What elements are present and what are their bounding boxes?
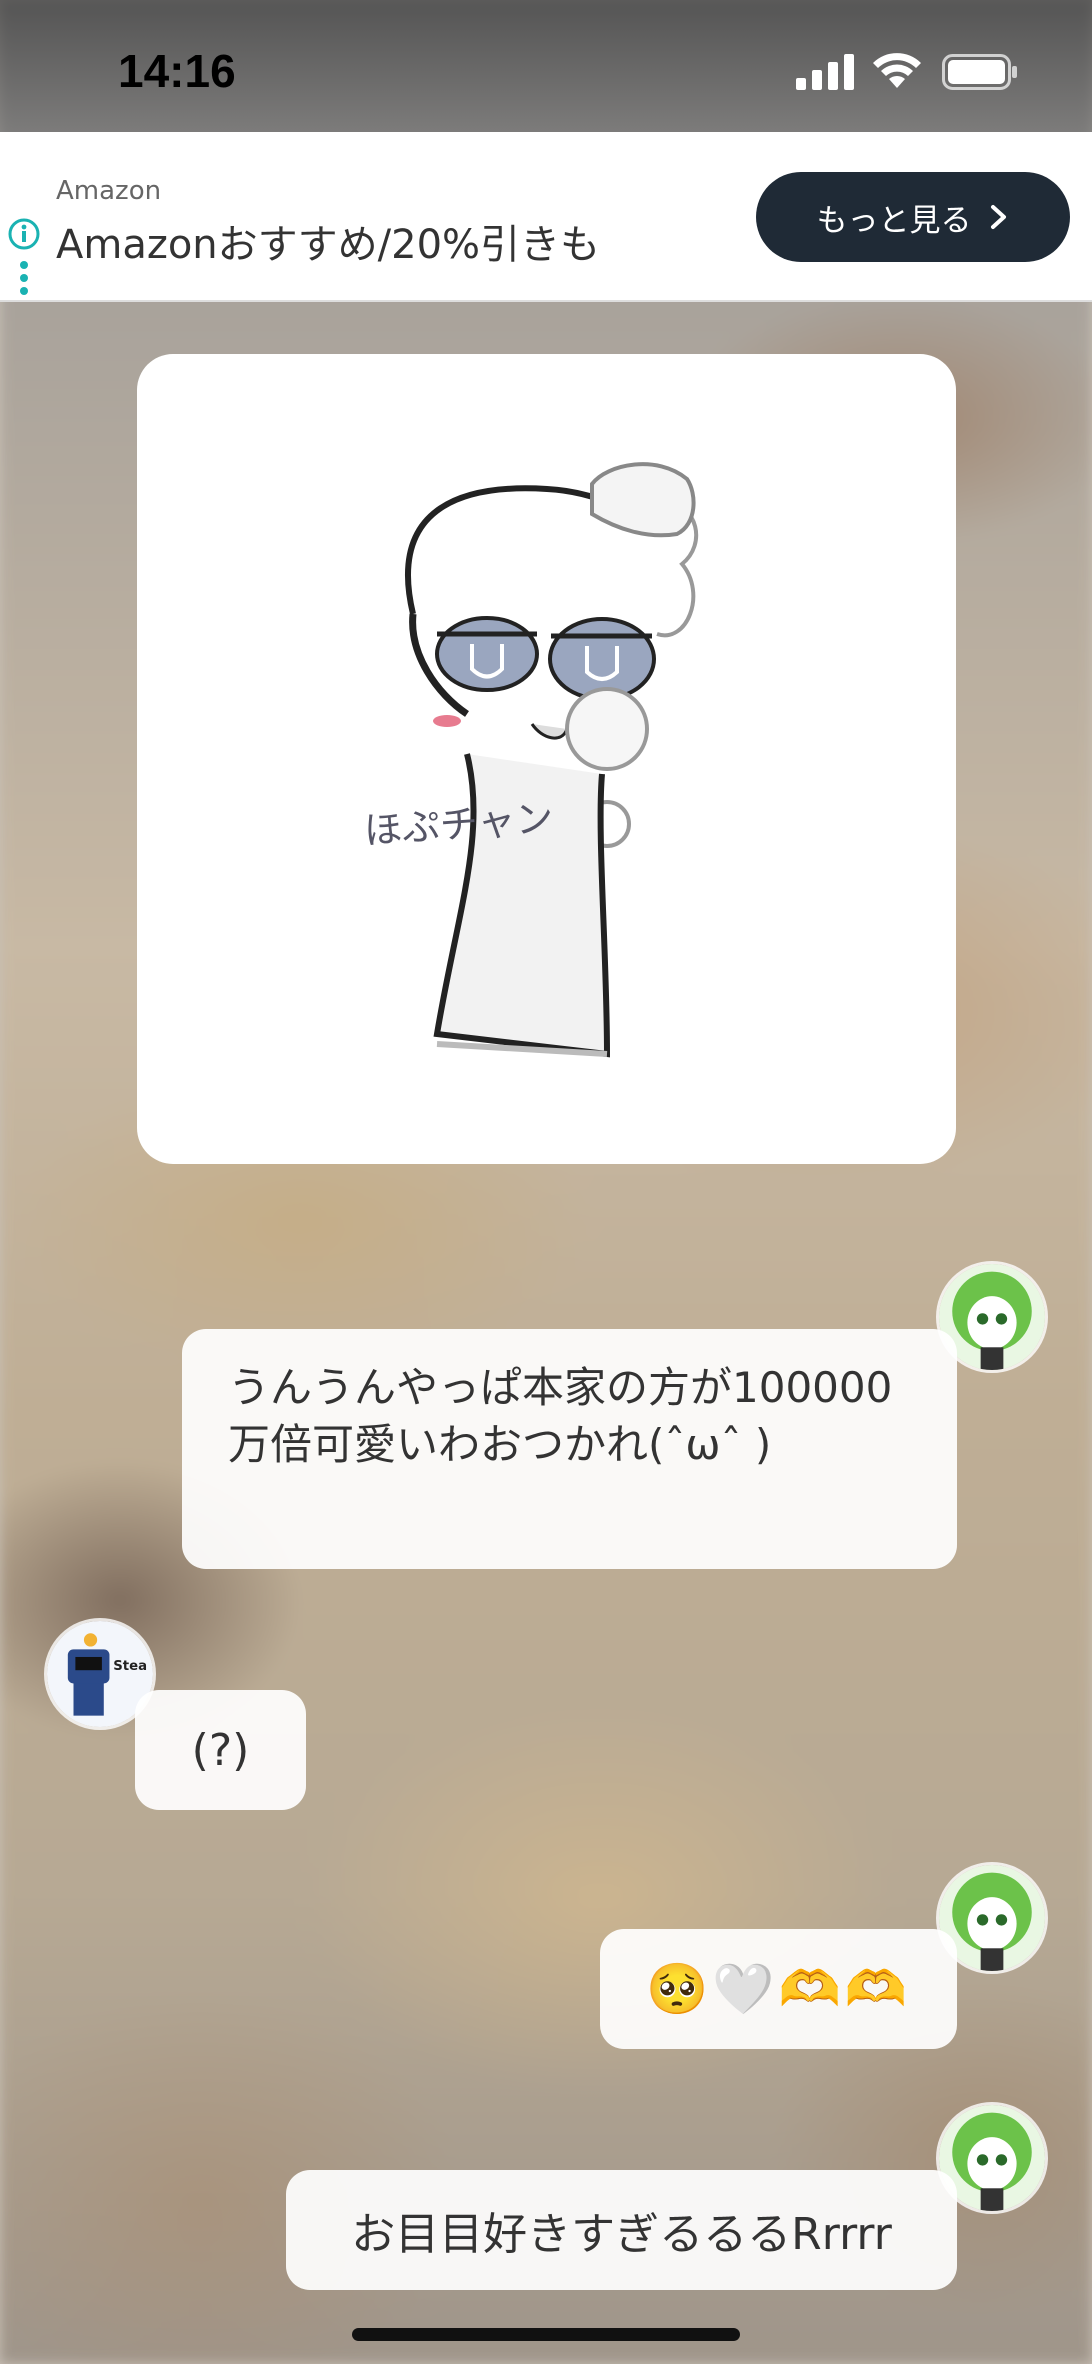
ad-info-icon[interactable] — [8, 218, 40, 250]
cellular-signal-icon — [796, 54, 854, 90]
message-bubble[interactable]: (?) — [135, 1690, 306, 1810]
character-drawing: ほぷチャン — [363, 462, 699, 1058]
svg-text:Stea: Stea — [113, 1659, 147, 1674]
status-bar: 14:16 — [0, 0, 1092, 132]
home-indicator[interactable] — [352, 2328, 740, 2341]
ad-sponsor: Amazon — [56, 176, 162, 206]
message-bubble[interactable]: 🥺🤍🫶🫶 — [600, 1929, 957, 2049]
shared-image-message[interactable]: ほぷチャン — [137, 354, 956, 1164]
ad-see-more-button[interactable]: もっと見る — [756, 172, 1070, 262]
battery-icon — [942, 54, 1017, 90]
ad-see-more-label: もっと見る — [816, 202, 972, 239]
message-bubble[interactable]: お目目好きすぎるるるRrrrr — [286, 2170, 957, 2290]
ad-title[interactable]: Amazonおすすめ/20%引きも — [56, 212, 600, 270]
ad-more-options-icon[interactable] — [18, 260, 30, 296]
message-bubble[interactable]: うんうんやっぱ本家の方が100000万倍可愛いわおつかれ(ˆωˆ ) — [182, 1329, 957, 1569]
chevron-right-icon — [990, 205, 1006, 229]
status-time: 14:16 — [118, 45, 236, 97]
wifi-icon — [873, 53, 921, 88]
